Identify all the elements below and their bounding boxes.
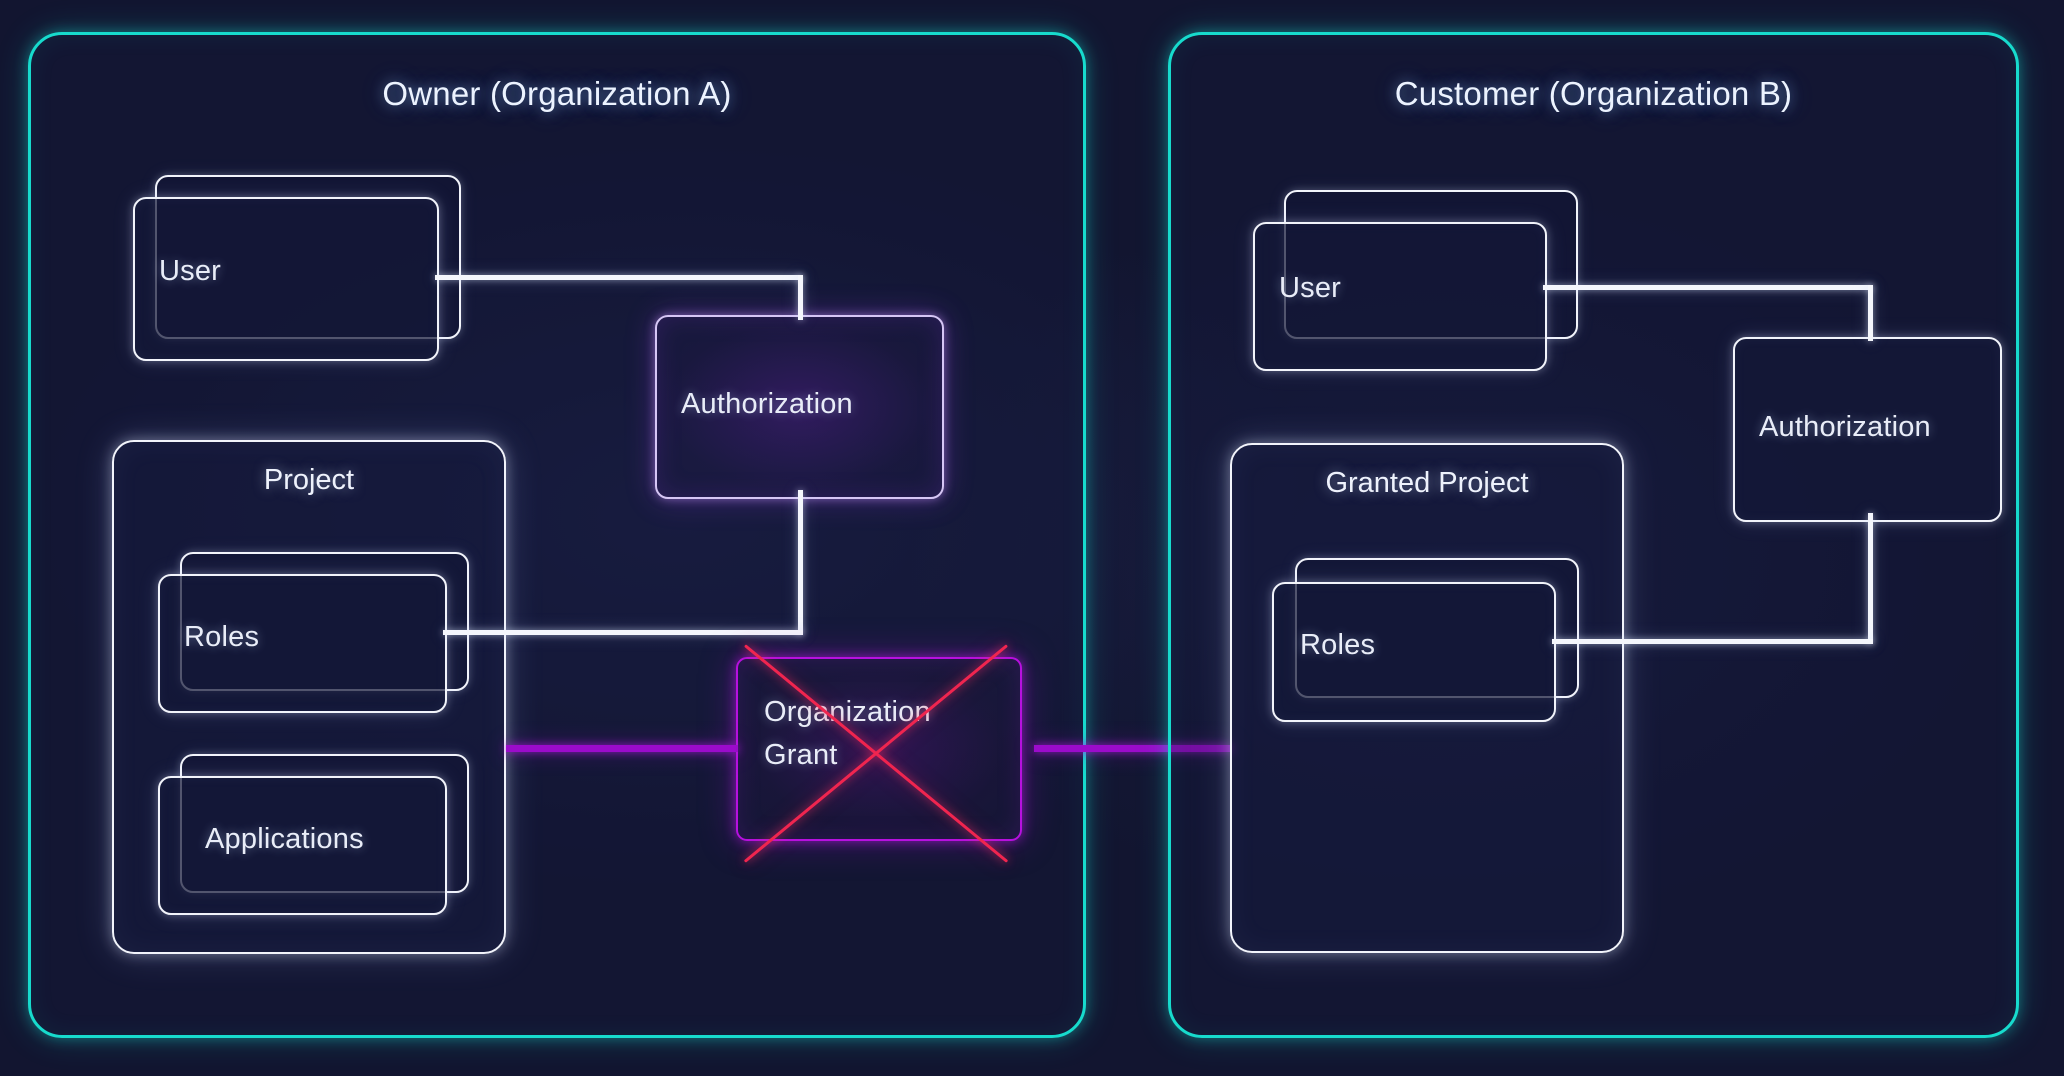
connector-customer-user-to-authorization-v xyxy=(1868,285,1873,341)
customer-authorization-label: Authorization xyxy=(1759,411,1931,444)
owner-user-card[interactable]: User xyxy=(133,197,439,361)
owner-applications-card[interactable]: Applications xyxy=(158,776,447,915)
customer-roles-card[interactable]: Roles xyxy=(1272,582,1556,722)
connector-owner-user-to-authorization-v xyxy=(798,275,803,320)
customer-granted-project-title: Granted Project xyxy=(1232,467,1622,500)
owner-authorization-label: Authorization xyxy=(681,388,853,421)
connector-owner-authorization-to-roles-h xyxy=(443,630,803,635)
owner-roles-card[interactable]: Roles xyxy=(158,574,447,713)
customer-user-card[interactable]: User xyxy=(1253,222,1547,371)
owner-roles-label: Roles xyxy=(184,621,259,654)
customer-roles-label: Roles xyxy=(1300,629,1375,662)
owner-user-label: User xyxy=(159,255,221,288)
customer-user-label: User xyxy=(1279,272,1341,305)
owner-applications-label: Applications xyxy=(205,823,364,856)
connector-customer-authorization-to-roles-h xyxy=(1552,639,1873,644)
panel-customer-title: Customer (Organization B) xyxy=(1171,75,2016,113)
organization-grant-label-line2: Grant xyxy=(764,739,838,771)
diagram-canvas: Owner (Organization A) User Authorizatio… xyxy=(0,0,2064,1076)
connector-owner-authorization-to-roles-v xyxy=(798,490,803,635)
customer-authorization-card[interactable]: Authorization xyxy=(1733,337,2002,522)
organization-grant-label-line1: Organization xyxy=(764,696,931,728)
owner-authorization-card[interactable]: Authorization xyxy=(655,315,944,499)
connector-customer-user-to-authorization-h xyxy=(1543,285,1873,290)
connector-owner-project-to-grant xyxy=(506,745,738,752)
connector-customer-authorization-to-roles-v xyxy=(1868,513,1873,644)
connector-owner-user-to-authorization-h xyxy=(435,275,803,280)
panel-owner-title: Owner (Organization A) xyxy=(31,75,1083,113)
owner-project-title: Project xyxy=(114,464,504,497)
